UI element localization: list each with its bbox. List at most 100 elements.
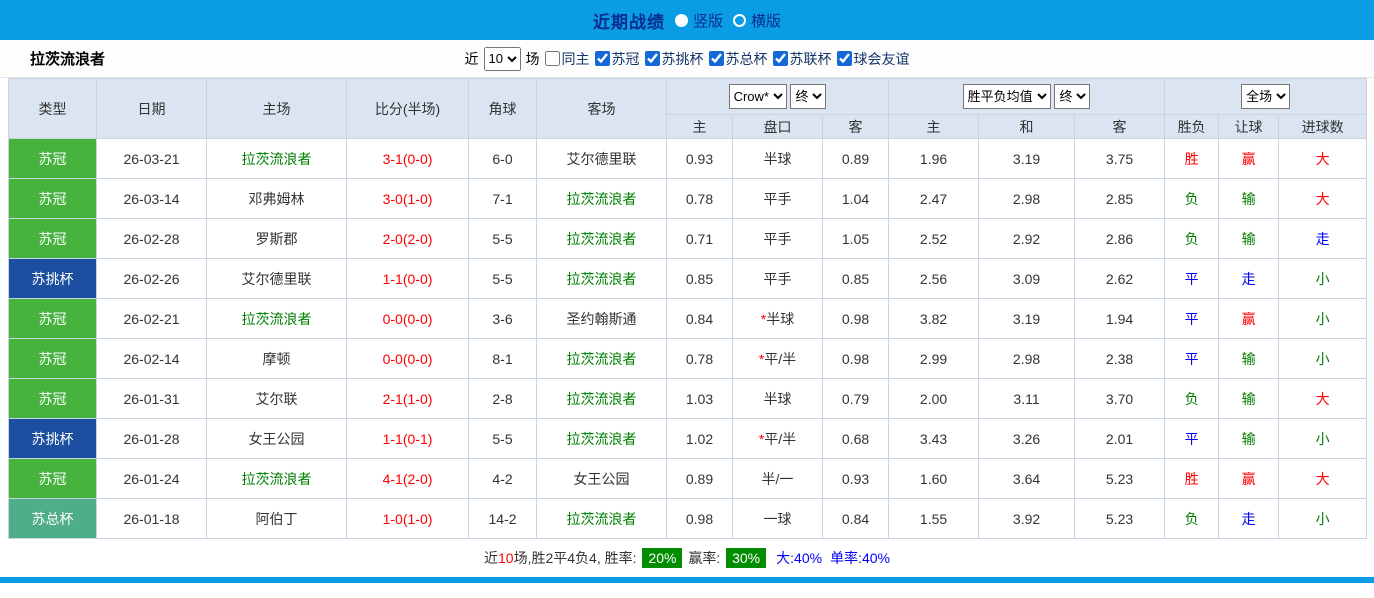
score: 1-1(0-1) bbox=[347, 419, 469, 459]
same-home-checkbox[interactable] bbox=[545, 51, 560, 66]
europe-odds-select[interactable]: 胜平负均值 bbox=[963, 84, 1051, 109]
europe-period-select[interactable]: 终 bbox=[1054, 84, 1090, 109]
col-header-corner: 角球 bbox=[469, 79, 537, 139]
corner-score: 14-2 bbox=[469, 499, 537, 539]
league-filter-checkbox[interactable] bbox=[773, 51, 788, 66]
europe-home-odds: 2.99 bbox=[889, 339, 979, 379]
europe-away-odds: 5.23 bbox=[1075, 459, 1165, 499]
same-home-filter[interactable]: 同主 bbox=[545, 49, 590, 69]
europe-home-odds: 2.52 bbox=[889, 219, 979, 259]
scope-select[interactable]: 全场 bbox=[1241, 84, 1290, 109]
match-date: 26-01-18 bbox=[97, 499, 207, 539]
europe-away-odds: 2.62 bbox=[1075, 259, 1165, 299]
handicap-rate-label: 赢率: bbox=[684, 548, 724, 568]
away-team: 圣约翰斯通 bbox=[537, 299, 667, 339]
asia-period-select[interactable]: 终 bbox=[790, 84, 826, 109]
layout-horizontal-option[interactable]: 横版 bbox=[733, 10, 781, 31]
match-date: 26-02-21 bbox=[97, 299, 207, 339]
europe-home-odds: 1.55 bbox=[889, 499, 979, 539]
league-filter-label: 苏挑杯 bbox=[662, 49, 704, 69]
result-wdl: 胜 bbox=[1165, 139, 1219, 179]
home-team: 女王公园 bbox=[207, 419, 347, 459]
radio-vertical-label: 竖版 bbox=[693, 10, 723, 31]
score: 0-0(0-0) bbox=[347, 299, 469, 339]
europe-away-odds: 3.70 bbox=[1075, 379, 1165, 419]
away-team: 拉茨流浪者 bbox=[537, 259, 667, 299]
league-filter-checkbox[interactable] bbox=[595, 51, 610, 66]
top-bar: 近期战绩 竖版 横版 bbox=[0, 0, 1374, 40]
result-scope-group: 全场 bbox=[1165, 79, 1367, 115]
big-rate: 大:40% bbox=[776, 548, 822, 568]
home-team: 摩顿 bbox=[207, 339, 347, 379]
league-filter[interactable]: 苏冠 bbox=[595, 49, 640, 69]
recent-label: 近 bbox=[465, 49, 479, 69]
recent-results-panel: 近期战绩 竖版 横版 拉茨流浪者 近 10 场 同主 苏冠 bbox=[0, 0, 1374, 583]
match-date: 26-03-21 bbox=[97, 139, 207, 179]
asia-home-odds: 0.85 bbox=[667, 259, 733, 299]
league-filter-checkbox[interactable] bbox=[837, 51, 852, 66]
table-row: 苏挑杯26-02-26艾尔德里联1-1(0-0)5-5拉茨流浪者0.85平手0.… bbox=[9, 259, 1367, 299]
europe-away-odds: 3.75 bbox=[1075, 139, 1165, 179]
handicap: 半/一 bbox=[733, 459, 823, 499]
result-handicap: 输 bbox=[1219, 379, 1279, 419]
europe-draw-odds: 3.09 bbox=[979, 259, 1075, 299]
result-wdl: 平 bbox=[1165, 259, 1219, 299]
result-wdl: 平 bbox=[1165, 339, 1219, 379]
europe-home-odds: 1.96 bbox=[889, 139, 979, 179]
handicap-star: * bbox=[759, 431, 764, 447]
league-filter-checkbox[interactable] bbox=[709, 51, 724, 66]
asia-home-odds: 0.71 bbox=[667, 219, 733, 259]
corner-score: 3-6 bbox=[469, 299, 537, 339]
europe-home-odds: 2.56 bbox=[889, 259, 979, 299]
away-team: 拉茨流浪者 bbox=[537, 379, 667, 419]
handicap: 半球 bbox=[733, 139, 823, 179]
result-handicap: 输 bbox=[1219, 179, 1279, 219]
europe-away-odds: 2.38 bbox=[1075, 339, 1165, 379]
score: 0-0(0-0) bbox=[347, 339, 469, 379]
league-filter[interactable]: 苏联杯 bbox=[773, 49, 832, 69]
bookmaker-select[interactable]: Crow* bbox=[729, 84, 787, 109]
league-badge: 苏冠 bbox=[9, 299, 97, 339]
europe-home-odds: 2.47 bbox=[889, 179, 979, 219]
asia-home-odds: 0.89 bbox=[667, 459, 733, 499]
asia-away-odds: 0.84 bbox=[823, 499, 889, 539]
results-table: 类型 日期 主场 比分(半场) 角球 客场 Crow* 终 胜平负均值 bbox=[8, 78, 1367, 539]
asia-home-odds: 1.02 bbox=[667, 419, 733, 459]
league-badge: 苏冠 bbox=[9, 139, 97, 179]
layout-vertical-option[interactable]: 竖版 bbox=[675, 10, 723, 31]
result-wdl: 胜 bbox=[1165, 459, 1219, 499]
league-filter[interactable]: 苏挑杯 bbox=[645, 49, 704, 69]
asia-home-odds: 0.78 bbox=[667, 179, 733, 219]
league-filter[interactable]: 球会友谊 bbox=[837, 49, 910, 69]
league-filter[interactable]: 苏总杯 bbox=[709, 49, 768, 69]
col-header-result-wdl: 胜负 bbox=[1165, 115, 1219, 139]
home-team: 罗斯郡 bbox=[207, 219, 347, 259]
radio-vertical-icon[interactable] bbox=[675, 14, 688, 27]
result-goals: 小 bbox=[1279, 299, 1367, 339]
col-header-eu-draw: 和 bbox=[979, 115, 1075, 139]
col-header-asia-handicap: 盘口 bbox=[733, 115, 823, 139]
corner-score: 2-8 bbox=[469, 379, 537, 419]
europe-draw-odds: 3.26 bbox=[979, 419, 1075, 459]
radio-horizontal-icon[interactable] bbox=[733, 14, 746, 27]
panel-title: 近期战绩 bbox=[593, 8, 665, 33]
home-team: 拉茨流浪者 bbox=[207, 459, 347, 499]
handicap-star: * bbox=[759, 351, 764, 367]
result-wdl: 负 bbox=[1165, 499, 1219, 539]
single-rate: 单率:40% bbox=[830, 548, 890, 568]
asia-away-odds: 0.98 bbox=[823, 339, 889, 379]
recent-count-select[interactable]: 10 bbox=[484, 47, 521, 71]
away-team: 拉茨流浪者 bbox=[537, 499, 667, 539]
table-row: 苏冠26-03-14邓弗姆林3-0(1-0)7-1拉茨流浪者0.78平手1.04… bbox=[9, 179, 1367, 219]
asia-away-odds: 0.79 bbox=[823, 379, 889, 419]
league-filter-checkbox[interactable] bbox=[645, 51, 660, 66]
league-badge: 苏冠 bbox=[9, 459, 97, 499]
europe-away-odds: 1.94 bbox=[1075, 299, 1165, 339]
result-handicap: 赢 bbox=[1219, 299, 1279, 339]
result-goals: 大 bbox=[1279, 459, 1367, 499]
home-team: 拉茨流浪者 bbox=[207, 299, 347, 339]
corner-score: 5-5 bbox=[469, 259, 537, 299]
asia-away-odds: 0.98 bbox=[823, 299, 889, 339]
europe-draw-odds: 3.64 bbox=[979, 459, 1075, 499]
score: 1-1(0-0) bbox=[347, 259, 469, 299]
